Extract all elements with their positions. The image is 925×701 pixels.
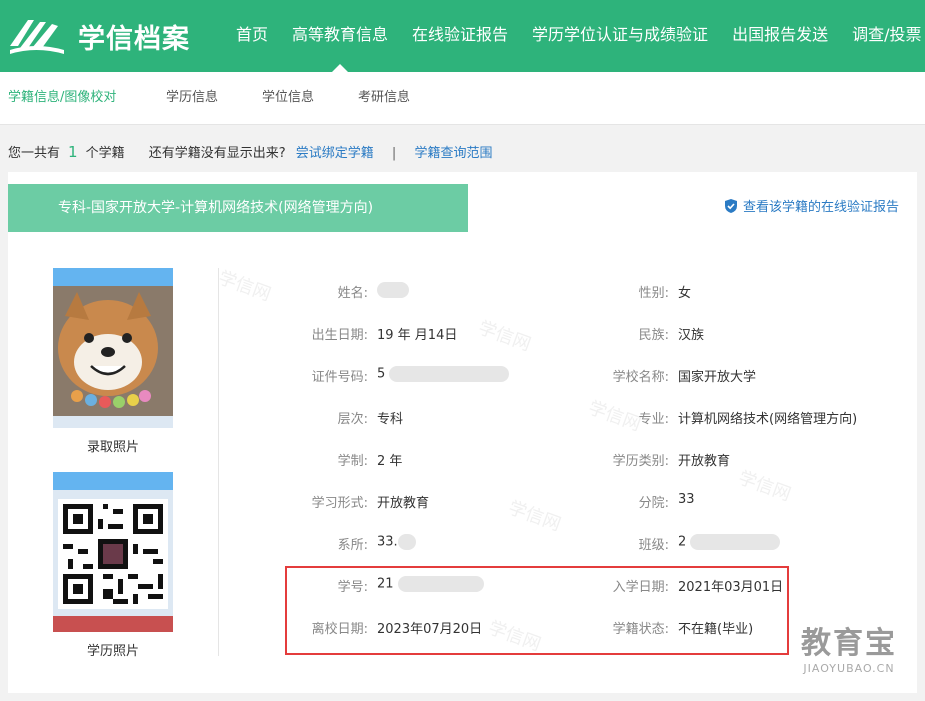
- field-label-id-number: 证件号码:: [311, 370, 368, 385]
- field-label-duration: 学制:: [337, 454, 368, 469]
- field-label-branch: 分院:: [638, 496, 669, 511]
- bind-record-link[interactable]: 尝试绑定学籍: [296, 146, 374, 161]
- subnav-status-info[interactable]: 学籍信息/图像校对: [8, 72, 116, 124]
- field-value-ethnicity: 汉族: [678, 328, 705, 343]
- record-count-line: 您一共有 1 个学籍 还有学籍没有显示出来? 尝试绑定学籍 | 学籍查询范围: [8, 142, 492, 161]
- count-suffix: 个学籍: [85, 146, 125, 161]
- field-label-major: 专业:: [638, 412, 669, 427]
- field-label-birthdate: 出生日期:: [311, 328, 368, 343]
- report-link-text: 查看该学籍的在线验证报告: [742, 200, 899, 215]
- subnav-exam-info[interactable]: 考研信息: [358, 72, 410, 124]
- verification-report-link[interactable]: 查看该学籍的在线验证报告: [724, 196, 899, 215]
- field-label-name: 姓名:: [337, 286, 368, 301]
- corner-logo: 教育宝 JIAOYUBAO.CN: [801, 618, 897, 675]
- field-label-gender: 性别:: [638, 286, 669, 301]
- admission-photo-label: 录取照片: [86, 440, 139, 455]
- field-value-class: 2: [678, 534, 781, 550]
- sub-navigation-bar: 学籍信息/图像校对 学历信息 学位信息 考研信息: [0, 72, 925, 125]
- logo[interactable]: 学信档案: [8, 14, 190, 58]
- qr-code-image: [58, 499, 168, 609]
- nav-survey[interactable]: 调查/投票: [840, 0, 925, 72]
- watermark: 学信网: [475, 317, 534, 356]
- field-value-id-number: 5: [377, 366, 510, 382]
- field-label-education-type: 学历类别:: [612, 454, 669, 469]
- field-value-duration: 2 年: [377, 454, 403, 469]
- subnav-degree-record[interactable]: 学历信息: [166, 72, 218, 124]
- watermark: 学信网: [735, 467, 794, 506]
- field-label-study-form: 学习形式:: [311, 496, 368, 511]
- field-value-level: 专科: [377, 412, 404, 427]
- field-label-ethnicity: 民族:: [638, 328, 669, 343]
- main-nav: 首页 高等教育信息 在线验证报告 学历学位认证与成绩验证 出国报告发送 调查/投…: [224, 0, 925, 72]
- nav-abroad-report[interactable]: 出国报告发送: [720, 0, 840, 72]
- shield-icon: [724, 198, 737, 213]
- dog-photo-image: [53, 286, 173, 416]
- top-navigation-bar: 学信档案 首页 高等教育信息 在线验证报告 学历学位认证与成绩验证 出国报告发送…: [0, 0, 925, 72]
- field-value-name: [377, 282, 409, 298]
- field-value-birthdate: 19 年 月14日: [377, 328, 458, 343]
- nav-certification[interactable]: 学历学位认证与成绩验证: [520, 0, 720, 72]
- field-value-major: 计算机网络技术(网络管理方向): [678, 412, 858, 427]
- record-card: 专科-国家开放大学-计算机网络技术(网络管理方向) 查看该学籍的在线验证报告 学…: [8, 172, 917, 693]
- record-count: 1: [68, 143, 78, 161]
- field-value-branch: 33: [678, 492, 695, 507]
- field-label-level: 层次:: [337, 412, 368, 427]
- highlight-box: [285, 566, 789, 655]
- field-value-department: 33.: [377, 534, 416, 550]
- logo-text: 学信档案: [78, 23, 190, 55]
- field-label-class: 班级:: [638, 538, 669, 553]
- degree-photo-label: 学历照片: [86, 644, 139, 659]
- photo-stripe: [53, 268, 173, 286]
- logo-book-icon: [10, 20, 64, 54]
- record-title: 专科-国家开放大学-计算机网络技术(网络管理方向): [8, 184, 468, 232]
- field-value-school: 国家开放大学: [678, 370, 757, 385]
- photo-stripe: [53, 472, 173, 490]
- corner-logo-en: JIAOYUBAO.CN: [803, 662, 895, 675]
- corner-logo-cn: 教育宝: [801, 626, 897, 661]
- field-value-education-type: 开放教育: [678, 454, 731, 469]
- field-label-department: 系所:: [337, 538, 368, 553]
- photo-stripe: [53, 616, 173, 632]
- vertical-divider: [218, 268, 219, 656]
- query-scope-link[interactable]: 学籍查询范围: [414, 146, 492, 161]
- link-separator: |: [391, 146, 397, 161]
- admission-photo: [53, 268, 173, 428]
- degree-photo: [53, 472, 173, 632]
- count-prefix: 您一共有: [8, 146, 61, 161]
- field-label-school: 学校名称:: [612, 370, 669, 385]
- nav-higher-education[interactable]: 高等教育信息: [280, 0, 400, 72]
- field-value-study-form: 开放教育: [377, 496, 430, 511]
- nav-online-report[interactable]: 在线验证报告: [400, 0, 520, 72]
- missing-question: 还有学籍没有显示出来?: [148, 146, 286, 161]
- subnav-degree-info[interactable]: 学位信息: [262, 72, 314, 124]
- field-value-gender: 女: [678, 286, 692, 301]
- nav-home[interactable]: 首页: [224, 0, 280, 72]
